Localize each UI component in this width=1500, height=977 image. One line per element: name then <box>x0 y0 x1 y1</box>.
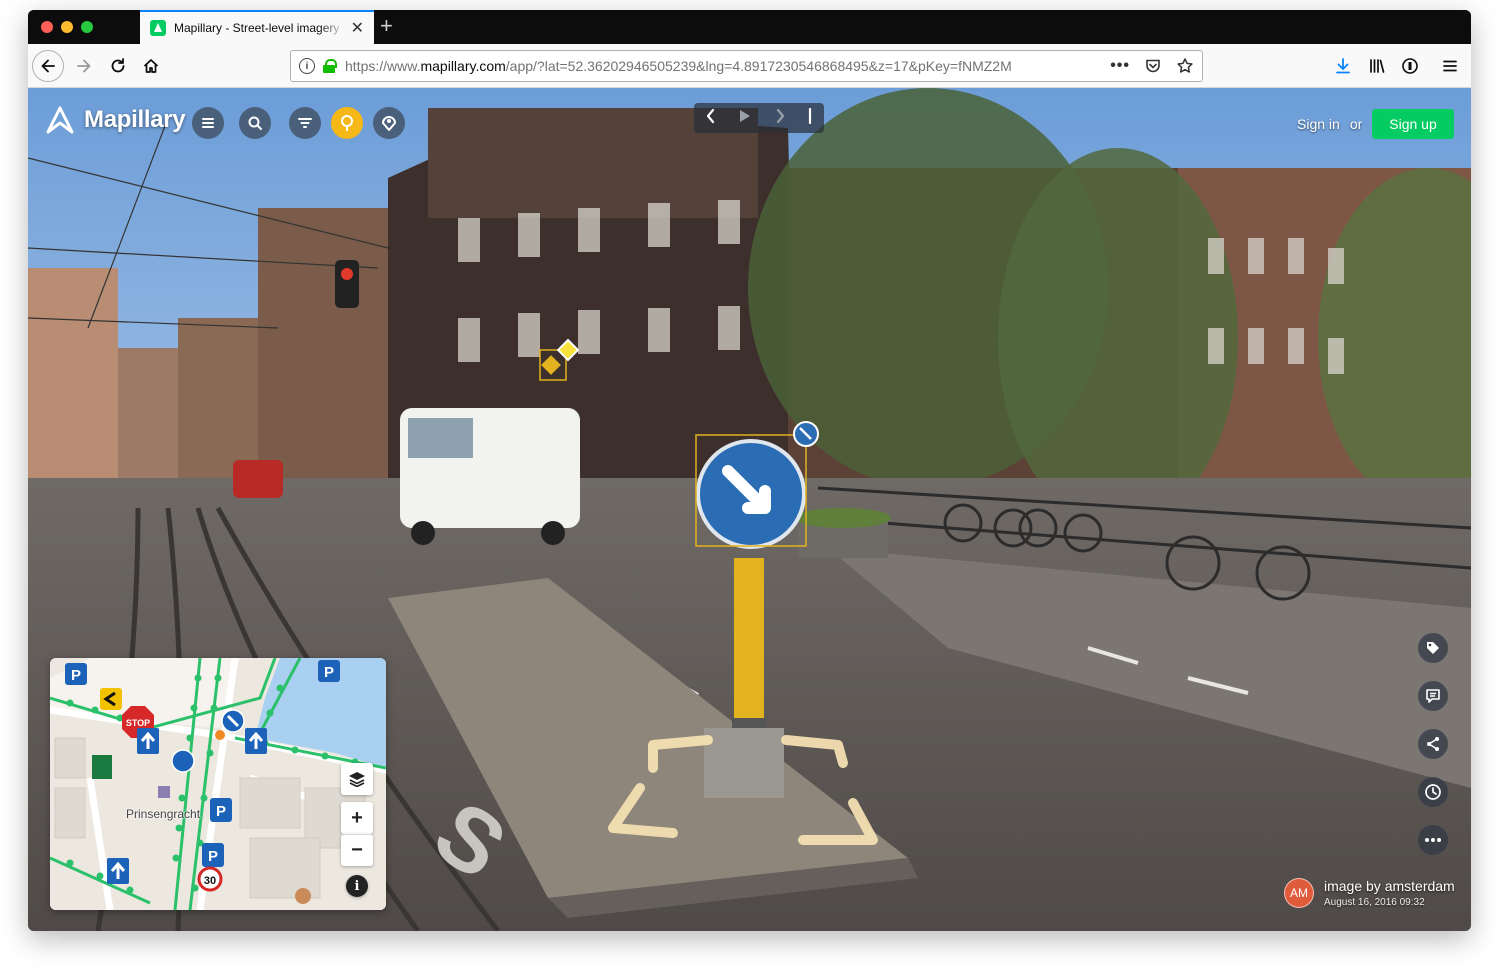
image-attribution[interactable]: AM image by amsterdam August 16, 2016 09… <box>1284 878 1455 908</box>
svg-text:P: P <box>208 848 218 865</box>
menu-icon <box>1443 60 1457 72</box>
map-info-button[interactable]: i <box>346 875 368 897</box>
play-button[interactable] <box>738 108 752 129</box>
sequence-end-icon <box>809 107 812 124</box>
svg-text:P: P <box>216 803 226 820</box>
auth-links: Sign in or <box>1297 116 1362 132</box>
url-text[interactable]: https://www.mapillary.com/app/?lat=52.36… <box>345 58 1102 74</box>
filter-button[interactable] <box>289 107 321 139</box>
search-button[interactable] <box>239 107 271 139</box>
map-features-layer-button[interactable] <box>373 107 405 139</box>
lock-icon[interactable] <box>323 59 337 73</box>
layers-icon <box>349 772 365 787</box>
share-button[interactable] <box>1418 729 1448 759</box>
tracking-protection-button[interactable] <box>1394 50 1426 82</box>
downloads-button[interactable] <box>1327 50 1359 82</box>
image-date: August 16, 2016 09:32 <box>1324 897 1425 908</box>
reload-icon <box>111 58 125 73</box>
new-tab-button[interactable]: + <box>380 13 393 39</box>
forward-arrow-icon <box>77 59 91 73</box>
tab-title: Mapillary - Street-level imagery <box>174 21 340 35</box>
minimize-window-button[interactable] <box>61 21 73 33</box>
street-label: Prinsengracht <box>126 807 201 821</box>
last-image-button[interactable] <box>807 107 813 130</box>
chevron-right-icon <box>776 108 784 123</box>
info-icon[interactable]: i <box>299 58 315 74</box>
menu-button[interactable] <box>192 107 224 139</box>
brand-name: Mapillary <box>84 106 186 133</box>
svg-text:P: P <box>71 667 81 684</box>
mapillary-logo[interactable]: Mapillary <box>44 104 186 136</box>
hamburger-icon <box>202 118 214 128</box>
tag-icon <box>1427 642 1439 654</box>
tab-close-icon[interactable]: ✕ <box>351 18 364 38</box>
url-path: /app/?lat=52.36202946505239&lng=4.891723… <box>505 58 1012 74</box>
home-button[interactable] <box>135 50 167 82</box>
close-window-button[interactable] <box>41 21 53 33</box>
map-pin-icon <box>382 116 396 131</box>
filter-icon <box>298 118 312 128</box>
chevron-left-icon <box>706 108 714 123</box>
tag-button[interactable] <box>1418 633 1448 663</box>
minimap[interactable]: P P P P STOP 30 Prinsengracht + − i <box>50 658 386 910</box>
tab-strip: Mapillary - Street-level imagery ✕ + <box>28 10 1471 44</box>
navigation-toolbar: i https://www.mapillary.com/app/?lat=52.… <box>28 44 1471 88</box>
previous-image-button[interactable] <box>705 108 717 129</box>
next-image-button[interactable] <box>774 108 786 129</box>
clock-icon <box>1425 784 1441 800</box>
url-host: mapillary.com <box>420 58 506 74</box>
library-icon <box>1370 59 1385 73</box>
tab-mapillary[interactable]: Mapillary - Street-level imagery ✕ <box>140 10 374 44</box>
forward-button[interactable] <box>68 50 100 82</box>
share-icon <box>1427 737 1439 751</box>
mapillary-logo-icon <box>46 106 74 134</box>
svg-text:P: P <box>324 664 334 681</box>
reload-button[interactable] <box>102 50 134 82</box>
play-icon <box>740 109 751 122</box>
library-button[interactable] <box>1361 50 1393 82</box>
more-options-button[interactable] <box>1418 825 1448 855</box>
more-dots-icon <box>1425 838 1441 842</box>
more-icon[interactable]: ••• <box>1110 57 1130 75</box>
image-author[interactable]: image by amsterdam <box>1324 878 1455 894</box>
comments-button[interactable] <box>1418 681 1448 711</box>
shield-icon <box>1402 58 1418 74</box>
traffic-sign-icon <box>341 115 353 131</box>
address-bar[interactable]: i https://www.mapillary.com/app/?lat=52.… <box>290 50 1203 82</box>
star-icon[interactable] <box>1176 57 1194 75</box>
browser-window: Mapillary - Street-level imagery ✕ + i h… <box>28 10 1471 931</box>
home-icon <box>143 59 159 73</box>
zoom-out-button[interactable]: − <box>341 834 373 866</box>
map-layers-button[interactable] <box>341 763 373 795</box>
svg-text:STOP: STOP <box>126 718 150 728</box>
back-button[interactable] <box>32 50 64 82</box>
info-icon: i <box>354 878 360 894</box>
maximize-window-button[interactable] <box>81 21 93 33</box>
traffic-signs-layer-button[interactable] <box>331 107 363 139</box>
search-icon <box>248 116 262 130</box>
mapillary-viewer[interactable]: S Mapillary Sign in or Sign up AM image … <box>28 88 1471 931</box>
zoom-in-button[interactable]: + <box>341 802 373 834</box>
avatar[interactable]: AM <box>1284 878 1314 908</box>
or-text: or <box>1349 116 1363 132</box>
speed-limit-sign[interactable]: 30 <box>204 875 216 887</box>
back-arrow-icon <box>41 59 55 73</box>
pocket-icon[interactable] <box>1144 57 1162 75</box>
sequence-navigation <box>694 103 824 133</box>
sign-in-link[interactable]: Sign in <box>1297 116 1340 132</box>
mapillary-favicon-icon <box>150 20 166 36</box>
download-icon <box>1336 58 1350 74</box>
sign-up-button[interactable]: Sign up <box>1372 109 1454 139</box>
comment-icon <box>1426 689 1440 703</box>
url-prefix: https://www. <box>345 58 421 74</box>
minimap-canvas[interactable]: P P P P STOP 30 <box>50 658 386 910</box>
history-button[interactable] <box>1418 777 1448 807</box>
app-menu-button[interactable] <box>1434 50 1466 82</box>
